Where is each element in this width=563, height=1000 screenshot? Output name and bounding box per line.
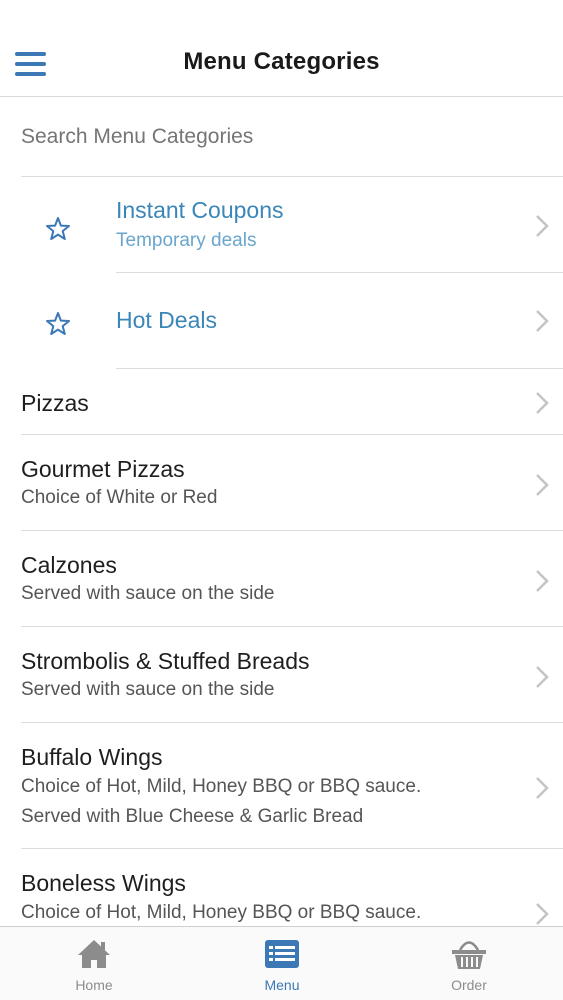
category-list: Instant Coupons Temporary deals Hot Deal… — [0, 177, 563, 945]
list-item-subtitle: Choice of Hot, Mild, Honey BBQ or BBQ sa… — [21, 902, 422, 923]
list-item-strombolis[interactable]: Strombolis & Stuffed Breads Served with … — [0, 627, 563, 723]
list-item-instant-coupons[interactable]: Instant Coupons Temporary deals — [0, 177, 563, 273]
list-item-pizzas[interactable]: Pizzas — [0, 369, 563, 435]
list-item-subtitle: Choice of Hot, Mild, Honey BBQ or BBQ sa… — [21, 776, 422, 797]
search-input[interactable] — [21, 122, 541, 152]
chevron-right-icon — [536, 392, 549, 414]
home-icon — [78, 940, 110, 968]
page-title: Menu Categories — [183, 48, 380, 75]
list-item-title: Buffalo Wings — [21, 744, 163, 770]
list-item-title: Pizzas — [21, 390, 89, 416]
list-item-gourmet-pizzas[interactable]: Gourmet Pizzas Choice of White or Red — [0, 435, 563, 531]
list-item-calzones[interactable]: Calzones Served with sauce on the side — [0, 531, 563, 627]
tab-bar: Home Menu Order — [0, 926, 563, 1000]
tab-home[interactable]: Home — [0, 927, 188, 1000]
list-item-subtitle: Served with sauce on the side — [21, 583, 275, 604]
list-item-title: Gourmet Pizzas — [21, 456, 185, 482]
tab-label: Home — [75, 977, 113, 993]
list-item-subtitle: Choice of White or Red — [21, 487, 218, 508]
list-item-buffalo-wings[interactable]: Buffalo Wings Choice of Hot, Mild, Honey… — [0, 723, 563, 849]
list-item-title: Calzones — [21, 552, 117, 578]
star-icon — [46, 217, 70, 240]
chevron-right-icon — [536, 903, 549, 925]
list-item-title: Instant Coupons — [116, 197, 284, 223]
list-item-title: Strombolis & Stuffed Breads — [21, 648, 310, 674]
list-item-subtitle: Served with Blue Cheese & Garlic Bread — [21, 806, 364, 827]
chevron-right-icon — [536, 666, 549, 688]
chevron-right-icon — [536, 310, 549, 332]
basket-icon — [452, 941, 486, 969]
chevron-right-icon — [536, 215, 549, 237]
header-bar: Menu Categories — [0, 0, 563, 97]
menu-list-icon — [265, 940, 299, 968]
tab-label: Menu — [264, 977, 300, 993]
list-item-subtitle: Temporary deals — [116, 230, 257, 251]
list-item-subtitle: Served with sauce on the side — [21, 679, 275, 700]
star-icon — [46, 312, 70, 335]
tab-menu[interactable]: Menu — [188, 927, 376, 1000]
list-item-hot-deals[interactable]: Hot Deals — [0, 273, 563, 369]
tab-order[interactable]: Order — [375, 927, 563, 1000]
chevron-right-icon — [536, 570, 549, 592]
list-item-title: Boneless Wings — [21, 870, 186, 896]
list-item-title: Hot Deals — [116, 307, 217, 333]
chevron-right-icon — [536, 777, 549, 799]
tab-label: Order — [451, 977, 487, 993]
chevron-right-icon — [536, 474, 549, 496]
